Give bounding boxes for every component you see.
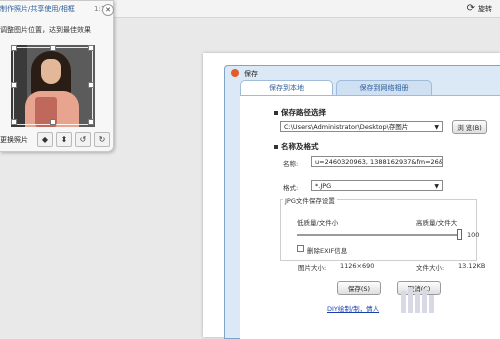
crop-panel: 制作照片/共享使用/相框 1:1 ✕ 调整图片位置，达到最佳效果 更换照片 ◆ … [0,0,114,152]
bullet-icon [274,111,278,115]
format-label: 格式: [283,184,299,192]
crop-frame[interactable] [13,47,93,125]
remove-exif-checkbox[interactable] [297,245,304,252]
crop-handle[interactable] [50,45,56,51]
crop-handle[interactable] [50,119,56,125]
close-icon[interactable]: ✕ [102,4,114,16]
quality-value: 100 [467,231,480,239]
app-icon [231,69,239,77]
crop-handle[interactable] [88,82,94,88]
replace-photo-button[interactable]: 更换照片 [0,135,28,145]
tab-save-online-album[interactable]: 保存到网络相册 [336,80,432,96]
dialog-titlebar[interactable]: 保存 [225,66,500,80]
file-size-value: 13.12KB [458,262,486,270]
quality-slider-thumb[interactable] [457,229,462,240]
crop-handle[interactable] [11,45,17,51]
flip-horizontal-icon[interactable]: ◆ [37,132,53,147]
rotate-icon: ⟳ [466,2,475,14]
path-section-heading: 保存路径选择 [274,107,326,118]
rotate-button[interactable]: ⟳ 旋转 [467,2,492,15]
flip-vertical-icon[interactable]: ⬍ [56,132,72,147]
quality-slider-track[interactable] [297,234,460,236]
chevron-down-icon: ▼ [434,183,439,190]
diy-link[interactable]: DIY绘制/制，情人 [327,303,379,313]
file-size-label: 文件大小: [416,264,445,272]
image-size-label: 图片大小: [298,264,327,272]
high-quality-label: 高质量/文件大 [416,219,458,227]
crop-panel-title: 制作照片/共享使用/相框 [0,5,75,13]
save-button[interactable]: 保存(S) [337,281,381,295]
chevron-down-icon: ▼ [434,124,439,131]
crop-hint: 调整图片位置，达到最佳效果 [0,26,91,34]
hover-overlay [399,283,439,313]
format-select[interactable]: *.JPG ▼ [311,180,443,191]
name-section-heading: 名称及格式 [274,141,319,152]
dialog-title: 保存 [244,70,258,78]
remove-exif-label: 删除EXIF信息 [307,247,348,255]
crop-handle[interactable] [11,119,17,125]
rotate-right-icon[interactable]: ↻ [94,132,110,147]
crop-handle[interactable] [88,119,94,125]
name-label: 名称: [283,160,299,168]
photo-thumbnail[interactable] [11,45,95,127]
file-name-input[interactable]: u=2460320963, 1388162937&fm=26&gp=0_ [311,156,443,167]
browse-button[interactable]: 浏 览(B) [452,120,487,134]
image-size-value: 1126×690 [340,262,375,270]
tab-save-local[interactable]: 保存到本地 [240,80,333,96]
crop-handle[interactable] [11,82,17,88]
crop-handle[interactable] [88,45,94,51]
rotate-left-icon[interactable]: ↺ [75,132,91,147]
jpg-settings-title: JPG文件保存设置 [283,195,337,205]
bullet-icon [274,145,278,149]
rotate-label: 旋转 [478,4,492,13]
low-quality-label: 低质量/文件小 [297,219,339,227]
save-path-select[interactable]: C:\Users\Administrator\Desktop\存图片 ▼ [280,121,443,132]
